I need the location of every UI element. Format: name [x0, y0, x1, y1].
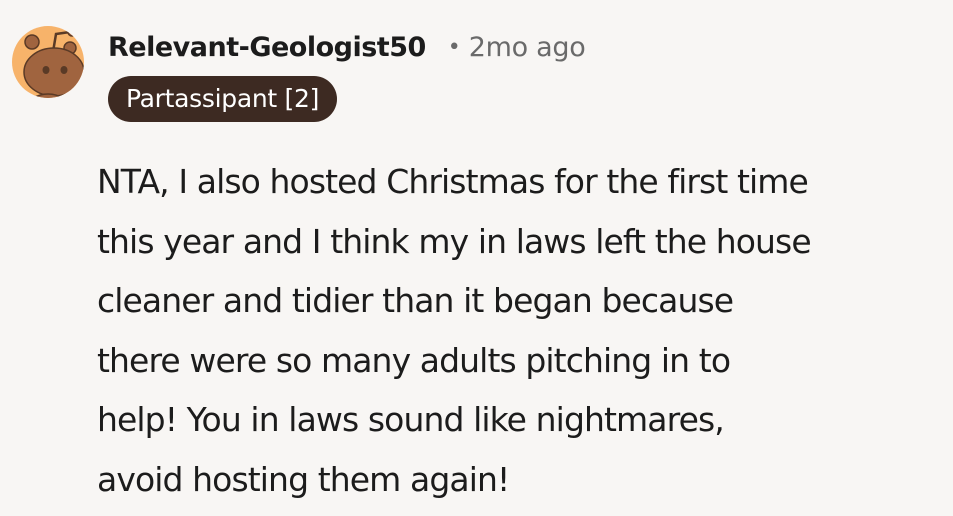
meta-separator: •	[447, 34, 461, 60]
comment-body-line: avoid hosting them again!	[97, 459, 510, 499]
comment-meta: Relevant-Geologist50 • 2mo ago	[108, 26, 586, 68]
timestamp[interactable]: 2mo ago	[469, 32, 586, 63]
user-flair-badge: Partassipant [2]	[108, 76, 338, 122]
comment-body-line: help! You in laws sound like nightmares,	[97, 400, 725, 440]
comment-body-line: this year and I think my in laws left th…	[97, 221, 812, 261]
comment-body-line: cleaner and tidier than it began because	[97, 281, 734, 321]
comment-body-line: NTA, I also hosted Christmas for the fir…	[97, 162, 809, 201]
comment-body: NTA, I also hosted Christmas for the fir…	[97, 152, 947, 510]
avatar[interactable]	[12, 14, 84, 110]
comment-body-line: there were so many adults pitching in to	[97, 340, 731, 380]
comment: Relevant-Geologist50 • 2mo ago Partassip…	[0, 0, 953, 516]
snoo-avatar-icon	[12, 26, 84, 98]
username-link[interactable]: Relevant-Geologist50	[108, 32, 426, 63]
